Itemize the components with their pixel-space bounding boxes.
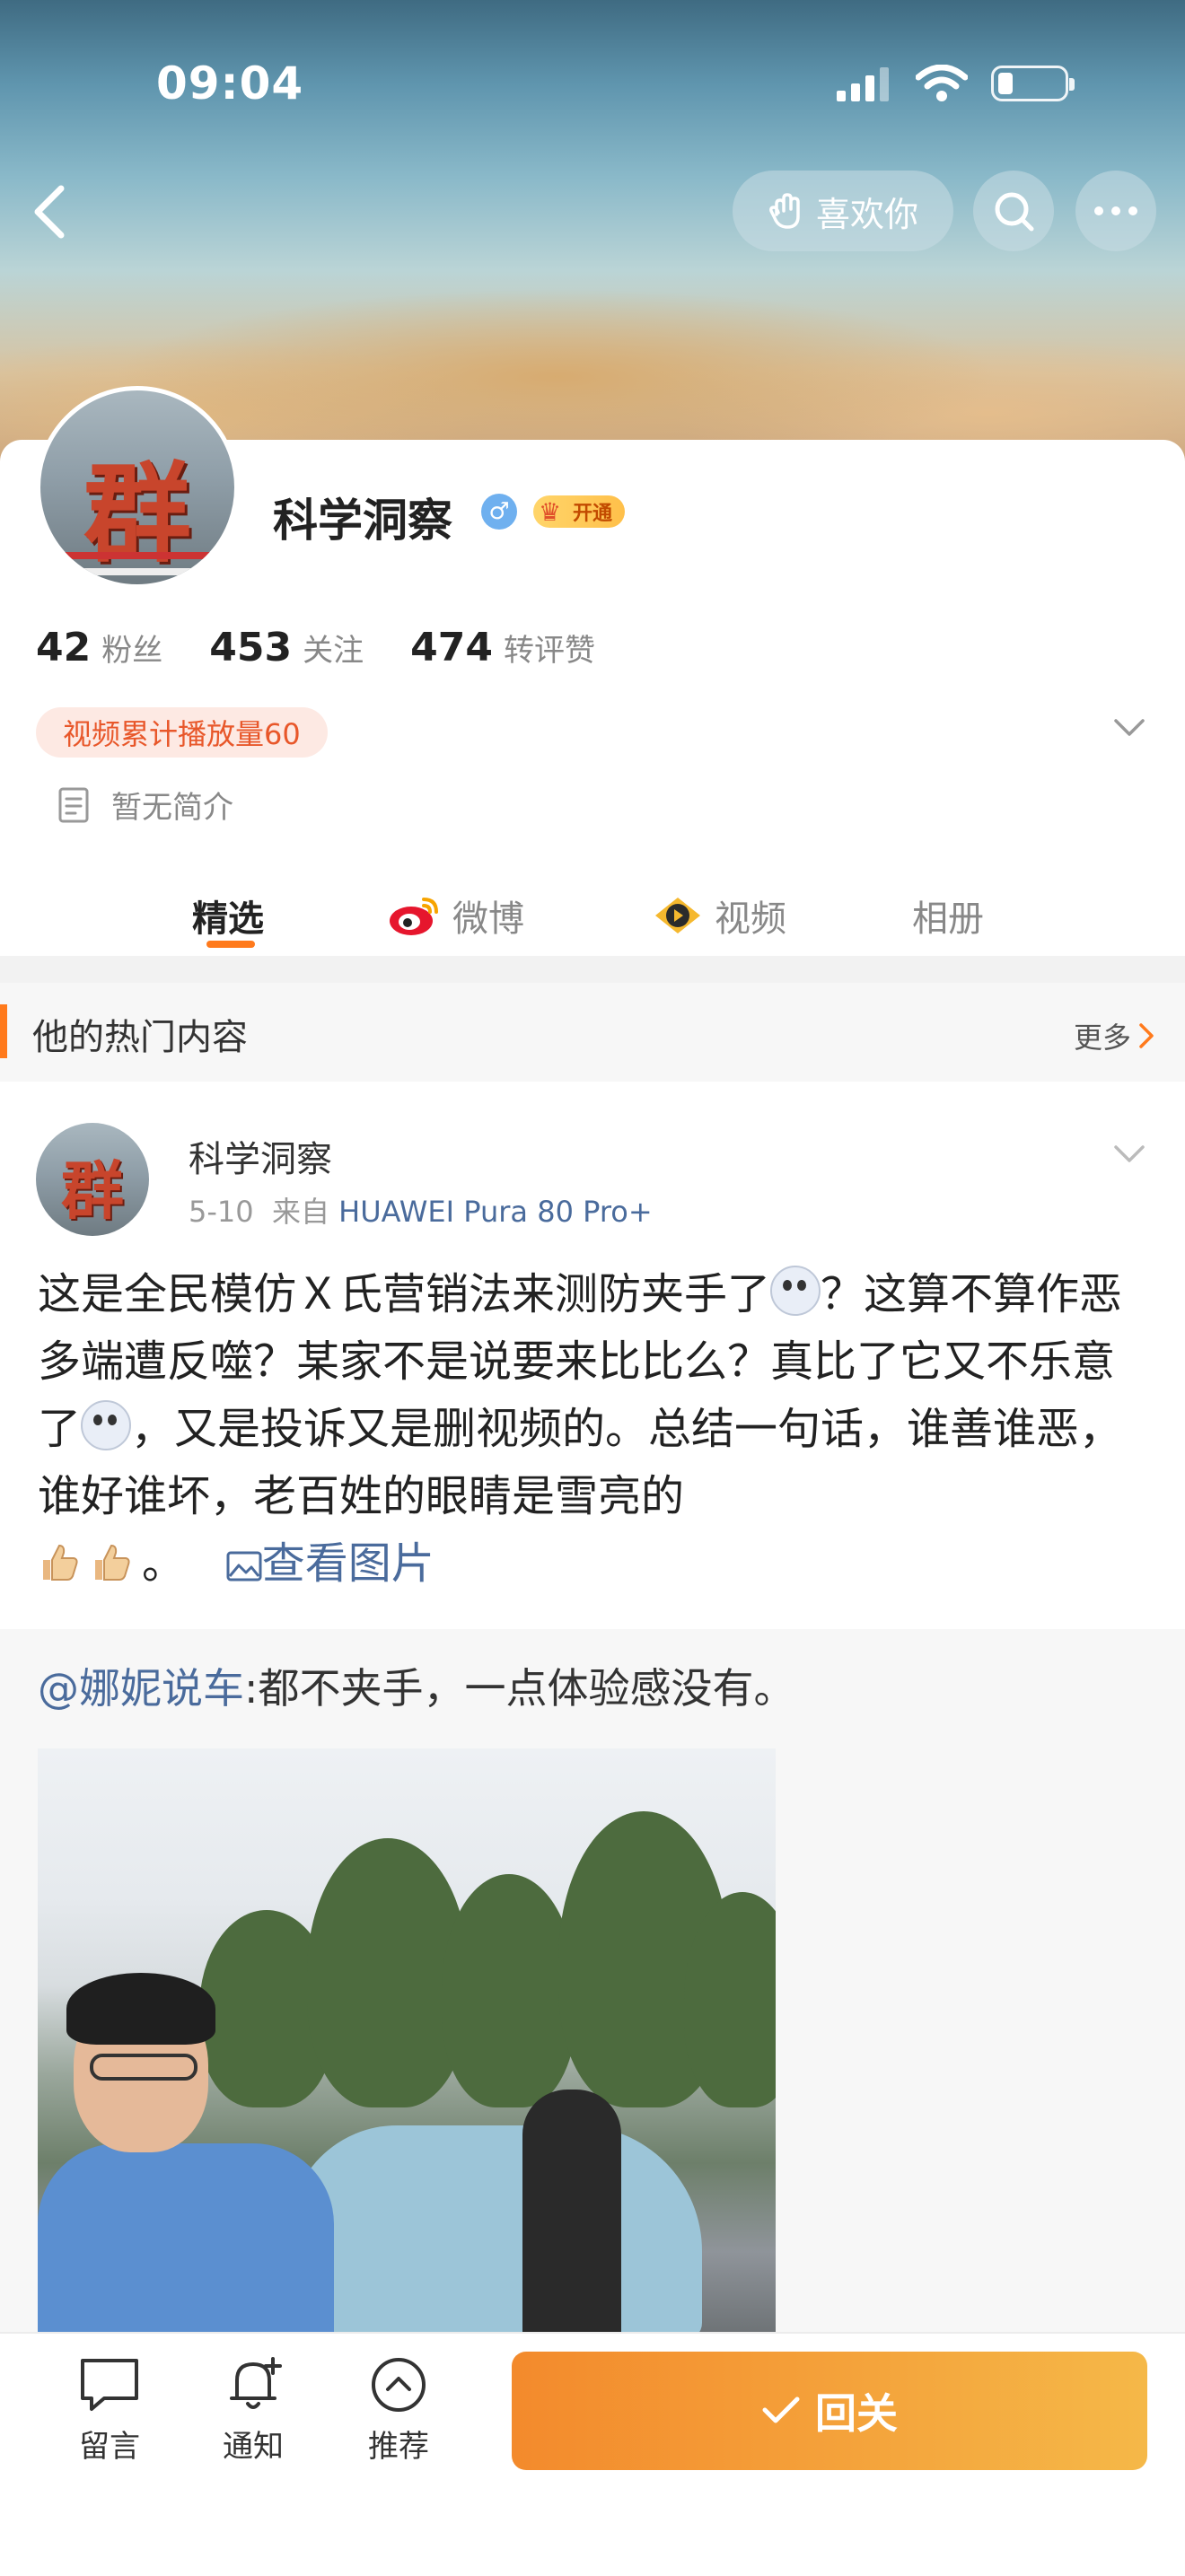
like-you-button[interactable]: 喜欢你 bbox=[733, 171, 953, 251]
view-picture-label: 查看图片 bbox=[261, 1538, 434, 1589]
tab-album-label: 相册 bbox=[912, 898, 984, 940]
tab-video[interactable]: 视频 bbox=[652, 871, 786, 960]
comment-label: 留言 bbox=[79, 2429, 140, 2465]
chevron-down-icon bbox=[1114, 1145, 1145, 1162]
post-source-prefix: 来自 bbox=[271, 1195, 329, 1229]
tab-video-label: 视频 bbox=[715, 898, 786, 940]
repost-content: :都不夹手，一点体验感没有。 bbox=[244, 1664, 795, 1713]
video-play-count-tag[interactable]: 视频累计播放量60 bbox=[36, 707, 328, 758]
more-options-button[interactable] bbox=[1075, 171, 1156, 251]
notify-label: 通知 bbox=[223, 2429, 284, 2465]
post-author[interactable]: 科学洞察 bbox=[189, 1130, 332, 1182]
like-you-label: 喜欢你 bbox=[815, 194, 918, 234]
expand-profile-button[interactable] bbox=[1113, 718, 1146, 741]
hot-content-header: 他的热门内容 更多 bbox=[0, 983, 1185, 1083]
chevron-right-icon bbox=[1139, 1023, 1154, 1048]
thumbs-up-emoji-icon bbox=[43, 1544, 78, 1581]
checkmark-icon bbox=[762, 2396, 800, 2423]
bio-row: 暂无简介 bbox=[57, 783, 233, 827]
post-text-part: ，又是投诉又是删视频的。总结一句话，谁善谁恶，谁好谁坏，老百姓的眼睛是雪亮的 bbox=[38, 1404, 1123, 1521]
followers-label[interactable]: 粉丝 bbox=[101, 626, 162, 670]
profile-tabs: 精选 微博 视频 相册 bbox=[0, 871, 1185, 960]
status-time: 09:04 bbox=[156, 57, 304, 110]
follow-back-label: 回关 bbox=[815, 2389, 898, 2438]
search-button[interactable] bbox=[973, 171, 1054, 251]
car-graphic bbox=[289, 2125, 702, 2341]
tab-weibo-label: 微博 bbox=[452, 898, 524, 940]
chevron-left-icon bbox=[34, 185, 65, 239]
more-label: 更多 bbox=[1073, 1021, 1131, 1055]
status-icons bbox=[835, 65, 1075, 102]
comment-icon bbox=[81, 2359, 138, 2411]
following-label[interactable]: 关注 bbox=[303, 626, 364, 670]
avatar-sign-graphic: 群 bbox=[61, 1154, 124, 1228]
avatar[interactable]: 群 bbox=[36, 386, 239, 589]
follow-back-button[interactable]: 回关 bbox=[512, 2352, 1147, 2470]
person-graphic bbox=[38, 2143, 334, 2341]
repost-text: @娜妮说车:都不夹手，一点体验感没有。 bbox=[38, 1656, 795, 1715]
section-accent-bar bbox=[0, 1004, 7, 1058]
bio-text: 暂无简介 bbox=[111, 790, 233, 826]
gender-male-icon: ♂ bbox=[481, 494, 517, 530]
video-play-icon bbox=[655, 898, 700, 933]
signal-icon bbox=[837, 67, 889, 101]
section-title: 他的热门内容 bbox=[32, 1017, 248, 1058]
vip-open-badge[interactable]: ♛ 开通 bbox=[533, 495, 626, 528]
vip-badge-label: 开通 bbox=[573, 503, 613, 525]
weibo-icon bbox=[390, 898, 438, 935]
bell-icon bbox=[230, 2357, 282, 2409]
repost-block[interactable]: @娜妮说车:都不夹手，一点体验感没有。 bbox=[0, 1629, 1185, 2341]
tab-album[interactable]: 相册 bbox=[912, 871, 984, 960]
recommend-label: 推荐 bbox=[368, 2429, 429, 2465]
tab-weibo[interactable]: 微博 bbox=[388, 871, 524, 960]
engagement-count[interactable]: 474 bbox=[410, 625, 493, 670]
post-text-part: 。 bbox=[142, 1538, 186, 1589]
person-graphic bbox=[522, 2090, 621, 2341]
search-icon bbox=[995, 192, 1034, 232]
bottom-action-bar: 留言 通知 推荐 回关 bbox=[0, 2332, 1185, 2576]
post-meta: 5-10 来自 HUAWEI Pura 80 Pro+ bbox=[189, 1189, 653, 1231]
profile-name: 科学洞察 bbox=[273, 495, 452, 547]
post-text: 这是全民模仿Ｘ氏营销法来测防夹手了 ？这算不算作恶多端遭反噬？某家不是说要来比比么… bbox=[38, 1261, 1151, 1598]
more-link[interactable]: 更多 bbox=[1074, 1015, 1154, 1056]
post-date: 5-10 bbox=[189, 1195, 254, 1229]
notify-button[interactable]: 通知 bbox=[199, 2355, 307, 2466]
thumbs-up-emoji-icon bbox=[95, 1544, 130, 1581]
chevron-up-circle-icon bbox=[372, 2358, 426, 2412]
repost-video-thumbnail[interactable] bbox=[38, 1748, 776, 2341]
following-count[interactable]: 453 bbox=[209, 625, 292, 670]
battery-icon bbox=[991, 66, 1075, 101]
view-picture-link[interactable]: 查看图片 bbox=[226, 1538, 434, 1589]
doge-emoji-icon bbox=[81, 1400, 132, 1450]
back-button[interactable] bbox=[23, 176, 74, 248]
profile-stats: 42 粉丝 453 关注 474 转评赞 bbox=[36, 625, 642, 670]
recommend-button[interactable]: 推荐 bbox=[345, 2355, 452, 2466]
doge-emoji-icon bbox=[770, 1266, 821, 1316]
engagement-label[interactable]: 转评赞 bbox=[504, 626, 595, 670]
comment-button[interactable]: 留言 bbox=[56, 2355, 163, 2466]
section-divider bbox=[0, 956, 1185, 983]
more-dots-icon bbox=[1094, 206, 1137, 215]
post-avatar[interactable]: 群 bbox=[36, 1123, 149, 1236]
followers-count[interactable]: 42 bbox=[36, 625, 91, 670]
post-options-button[interactable] bbox=[1113, 1144, 1146, 1168]
repost-user-link[interactable]: @娜妮说车 bbox=[38, 1664, 244, 1713]
chevron-down-icon bbox=[1114, 719, 1145, 736]
hand-heart-icon bbox=[769, 193, 800, 229]
image-icon bbox=[226, 1551, 262, 1582]
post-device[interactable]: HUAWEI Pura 80 Pro+ bbox=[338, 1195, 653, 1229]
post-text-part: 这是全民模仿Ｘ氏营销法来测防夹手了 bbox=[38, 1269, 771, 1319]
tab-featured-label: 精选 bbox=[192, 898, 264, 940]
document-icon bbox=[58, 787, 89, 822]
wifi-icon bbox=[916, 65, 968, 101]
active-tab-indicator bbox=[206, 941, 255, 948]
crown-icon: ♛ bbox=[539, 497, 562, 527]
